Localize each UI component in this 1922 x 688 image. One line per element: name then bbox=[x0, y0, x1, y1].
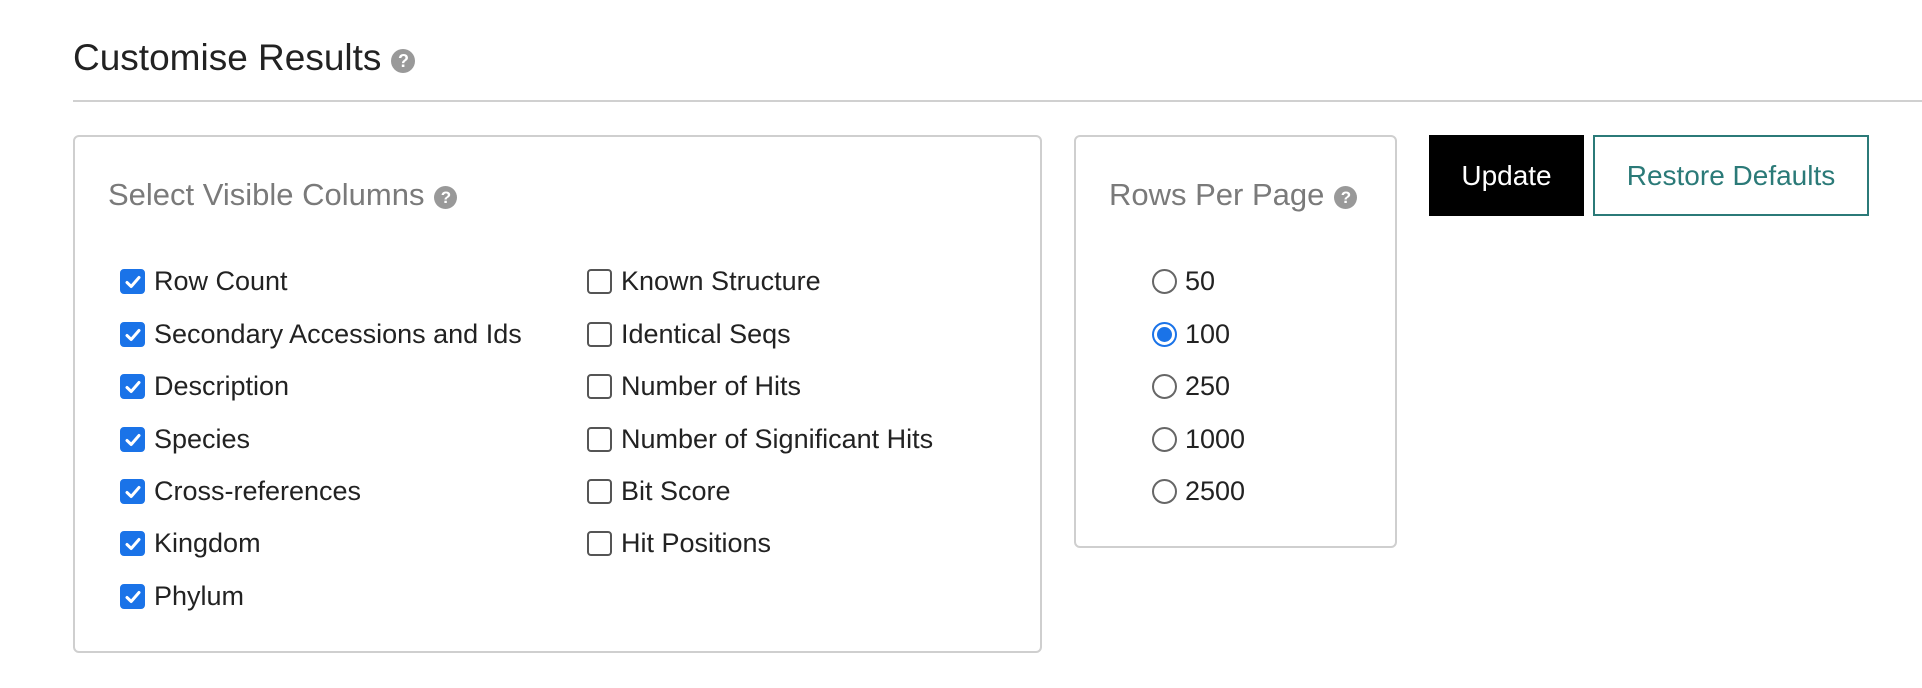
rows-option-2500[interactable]: 2500 bbox=[1152, 476, 1245, 507]
column-option-label: Species bbox=[154, 424, 251, 454]
visible-columns-title-row: Select Visible Columns ? bbox=[108, 177, 458, 213]
column-option-hit-positions[interactable]: Hit Positions bbox=[587, 528, 771, 559]
rows-option-label: 50 bbox=[1185, 266, 1216, 296]
column-option-species[interactable]: Species bbox=[120, 424, 250, 455]
restore-defaults-button[interactable]: Restore Defaults bbox=[1593, 135, 1869, 216]
radio-unselected[interactable] bbox=[1152, 427, 1177, 452]
column-option-label: Kingdom bbox=[154, 528, 261, 558]
radio-selected[interactable] bbox=[1152, 322, 1177, 347]
rows-option-label: 2500 bbox=[1185, 476, 1246, 506]
visible-columns-panel: Select Visible Columns ? Row Count Secon… bbox=[73, 135, 1042, 653]
checkbox-unchecked[interactable] bbox=[587, 269, 612, 294]
checkmark-icon bbox=[125, 537, 140, 550]
column-option-label: Cross-references bbox=[154, 476, 362, 506]
rows-option-1000[interactable]: 1000 bbox=[1152, 424, 1245, 455]
column-option-row-count[interactable]: Row Count bbox=[120, 266, 288, 297]
help-icon[interactable]: ? bbox=[434, 185, 458, 209]
column-option-label: Hit Positions bbox=[621, 528, 772, 558]
page-title: Customise Results bbox=[73, 37, 382, 78]
column-option-label: Secondary Accessions and Ids bbox=[154, 319, 522, 349]
checkbox-checked[interactable] bbox=[120, 584, 145, 609]
checkbox-unchecked[interactable] bbox=[587, 427, 612, 452]
rows-option-100[interactable]: 100 bbox=[1152, 319, 1230, 350]
checkbox-checked[interactable] bbox=[120, 427, 145, 452]
rows-per-page-title-row: Rows Per Page ? bbox=[1109, 177, 1358, 213]
column-option-label: Phylum bbox=[154, 581, 245, 611]
column-option-number-of-hits[interactable]: Number of Hits bbox=[587, 371, 801, 402]
checkbox-checked[interactable] bbox=[120, 374, 145, 399]
rows-option-label: 1000 bbox=[1185, 424, 1246, 454]
radio-unselected[interactable] bbox=[1152, 269, 1177, 294]
checkmark-icon bbox=[125, 275, 140, 288]
page-header: Customise Results ? bbox=[73, 36, 416, 80]
help-icon[interactable]: ? bbox=[1334, 185, 1358, 209]
column-option-phylum[interactable]: Phylum bbox=[120, 581, 244, 612]
column-option-known-structure[interactable]: Known Structure bbox=[587, 266, 821, 297]
column-option-label: Number of Hits bbox=[621, 371, 802, 401]
column-option-bit-score[interactable]: Bit Score bbox=[587, 476, 731, 507]
column-option-label: Known Structure bbox=[621, 266, 821, 296]
checkmark-icon bbox=[125, 590, 140, 603]
column-option-number-of-significant-hits[interactable]: Number of Significant Hits bbox=[587, 424, 933, 455]
column-option-kingdom[interactable]: Kingdom bbox=[120, 528, 261, 559]
column-option-label: Number of Significant Hits bbox=[621, 424, 934, 454]
checkbox-checked[interactable] bbox=[120, 322, 145, 347]
column-option-label: Identical Seqs bbox=[621, 319, 791, 349]
column-option-label: Bit Score bbox=[621, 476, 731, 506]
rows-option-label: 100 bbox=[1185, 319, 1231, 349]
column-option-identical-seqs[interactable]: Identical Seqs bbox=[587, 319, 791, 350]
checkbox-unchecked[interactable] bbox=[587, 322, 612, 347]
update-button[interactable]: Update bbox=[1429, 135, 1584, 216]
help-icon[interactable]: ? bbox=[391, 49, 416, 73]
checkbox-unchecked[interactable] bbox=[587, 374, 612, 399]
checkmark-icon bbox=[125, 433, 140, 446]
header-divider bbox=[73, 100, 1922, 102]
column-option-label: Description bbox=[154, 371, 290, 401]
column-option-secondary-accessions[interactable]: Secondary Accessions and Ids bbox=[120, 319, 522, 350]
checkbox-checked[interactable] bbox=[120, 479, 145, 504]
column-option-label: Row Count bbox=[154, 266, 288, 296]
rows-per-page-title: Rows Per Page bbox=[1109, 177, 1325, 212]
checkmark-icon bbox=[125, 328, 140, 341]
rows-option-label: 250 bbox=[1185, 371, 1231, 401]
rows-option-50[interactable]: 50 bbox=[1152, 266, 1215, 297]
radio-unselected[interactable] bbox=[1152, 479, 1177, 504]
checkbox-unchecked[interactable] bbox=[587, 531, 612, 556]
checkmark-icon bbox=[125, 485, 140, 498]
column-option-cross-references[interactable]: Cross-references bbox=[120, 476, 361, 507]
checkmark-icon bbox=[125, 380, 140, 393]
rows-per-page-panel: Rows Per Page ? 50 100 250 1000 2500 bbox=[1074, 135, 1397, 548]
column-option-description[interactable]: Description bbox=[120, 371, 289, 402]
radio-unselected[interactable] bbox=[1152, 374, 1177, 399]
checkbox-checked[interactable] bbox=[120, 269, 145, 294]
checkbox-checked[interactable] bbox=[120, 531, 145, 556]
rows-option-250[interactable]: 250 bbox=[1152, 371, 1230, 402]
visible-columns-title: Select Visible Columns bbox=[108, 177, 425, 212]
checkbox-unchecked[interactable] bbox=[587, 479, 612, 504]
radio-dot bbox=[1157, 327, 1172, 342]
